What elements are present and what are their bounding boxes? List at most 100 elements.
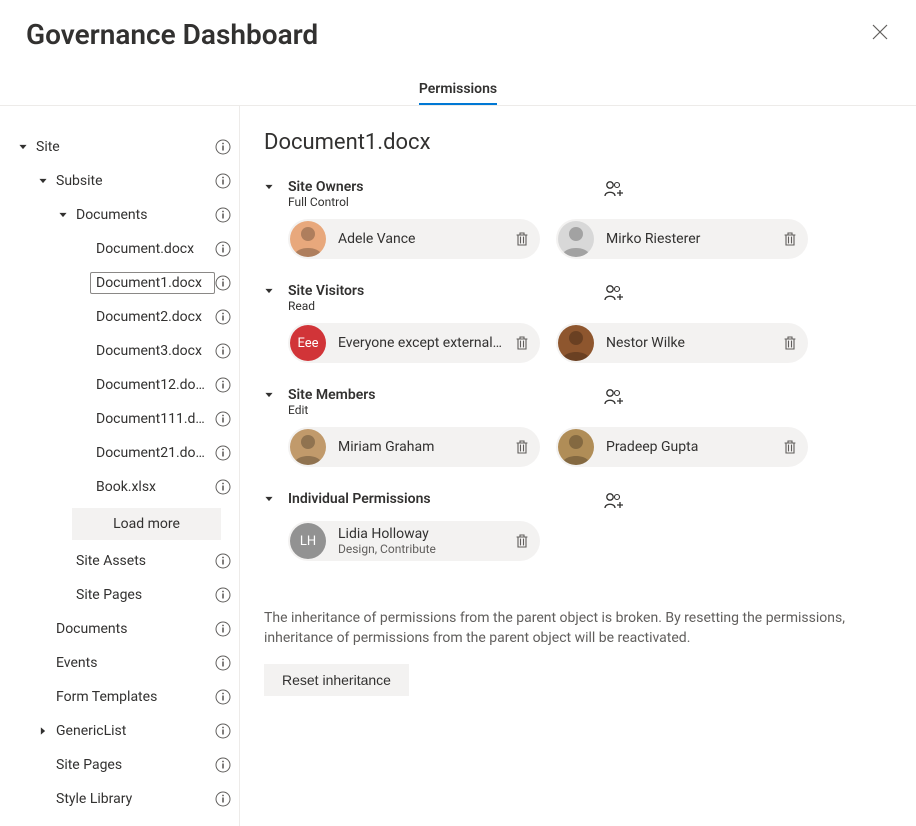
member-chip[interactable]: Pradeep Gupta [556,427,808,467]
tree-item-label: Events [50,652,215,674]
trash-icon[interactable] [782,439,798,455]
trash-icon[interactable] [782,335,798,351]
main-panel: Document1.docx Site Owners Full Control … [240,106,916,826]
tree-item-label: Document111.docx [90,408,215,430]
tree-item-site[interactable]: Site [8,130,239,164]
close-icon [872,24,888,40]
member-name: Miriam Graham [338,439,514,455]
member-chip[interactable]: Nestor Wilke [556,323,808,363]
info-icon[interactable] [215,377,231,393]
chevron-down-icon [38,176,48,186]
tab-permissions[interactable]: Permissions [419,75,497,105]
chevron-down-icon [264,286,274,296]
document-title: Document1.docx [264,130,884,155]
info-icon[interactable] [215,139,231,155]
add-user-icon[interactable] [604,179,624,199]
info-icon[interactable] [215,655,231,671]
member-chip[interactable]: LH Lidia Holloway Design, Contribute [288,521,540,561]
avatar [558,429,594,465]
info-icon[interactable] [215,275,231,291]
info-icon[interactable] [215,723,231,739]
info-icon[interactable] [215,207,231,223]
add-user-icon[interactable] [604,491,624,511]
tree-item-label: GenericList [50,720,215,742]
avatar: LH [290,523,326,559]
tree-item-label: Document1.docx [90,272,215,294]
person-icon [558,221,594,257]
info-icon[interactable] [215,173,231,189]
member-chip[interactable]: Miriam Graham [288,427,540,467]
info-icon[interactable] [215,309,231,325]
tree-item-label: Documents [50,618,215,640]
tree-item-other[interactable]: Style Library [8,782,239,816]
info-icon[interactable] [215,445,231,461]
info-icon[interactable] [215,791,231,807]
permission-group: Site Members Edit Miriam Graham Pradeep … [264,387,884,467]
tree-item-sibling[interactable]: Site Pages [8,578,239,612]
tree-item-documents-folder[interactable]: Documents [8,198,239,232]
info-icon[interactable] [215,553,231,569]
tree-item-label: Document21.docx [90,442,215,464]
tree-item-label: Book.xlsx [90,476,215,498]
info-icon[interactable] [215,689,231,705]
tree-item-doc[interactable]: Document21.docx [8,436,239,470]
member-chip[interactable]: Mirko Riesterer [556,219,808,259]
trash-icon[interactable] [514,335,530,351]
add-user-icon[interactable] [604,283,624,303]
trash-icon[interactable] [514,439,530,455]
tree-item-other[interactable]: GenericList [8,714,239,748]
tree-item-doc[interactable]: Document2.docx [8,300,239,334]
tree-item-label: Site Assets [70,550,215,572]
info-icon[interactable] [215,587,231,603]
close-button[interactable] [872,24,888,40]
member-chip[interactable]: Adele Vance [288,219,540,259]
tree-item-label: Site Pages [50,754,215,776]
member-name: Mirko Riesterer [606,231,782,247]
info-icon[interactable] [215,343,231,359]
tree-item-doc[interactable]: Book.xlsx [8,470,239,504]
tree-item-doc[interactable]: Document3.docx [8,334,239,368]
group-permission-level: Edit [288,403,592,417]
tree-item-other[interactable]: Form Templates [8,680,239,714]
chevron-down-icon [264,494,274,504]
info-icon[interactable] [215,411,231,427]
tree-item-sibling[interactable]: Site Assets [8,544,239,578]
person-icon [558,429,594,465]
info-icon[interactable] [215,757,231,773]
person-icon [290,221,326,257]
load-more-button[interactable]: Load more [72,508,221,540]
tree-item-doc[interactable]: Document1.docx [8,266,239,300]
add-user-icon[interactable] [604,387,624,407]
tree-item-doc[interactable]: Document111.docx [8,402,239,436]
trash-icon[interactable] [782,231,798,247]
member-name: Nestor Wilke [606,335,782,351]
member-name: Pradeep Gupta [606,439,782,455]
page-title: Governance Dashboard [26,18,890,51]
chevron-down-icon [264,182,274,192]
tree-item-doc[interactable]: Document.docx [8,232,239,266]
tree-item-label: Style Library [50,788,215,810]
info-icon[interactable] [215,241,231,257]
avatar: Eee [290,325,326,361]
tree-item-doc[interactable]: Document12.docx [8,368,239,402]
info-icon[interactable] [215,621,231,637]
trash-icon[interactable] [514,533,530,549]
group-permission-level: Full Control [288,195,592,209]
tree-item-other[interactable]: Events [8,646,239,680]
tree-item-label: Form Templates [50,686,215,708]
chevron-down-icon [18,142,28,152]
group-individual-title: Individual Permissions [288,491,592,507]
group-title: Site Owners [288,179,592,195]
chevron-down-icon [264,390,274,400]
member-name: Everyone except external… [338,335,514,351]
tree-item-label: Site Pages [70,584,215,606]
tree-item-subsite[interactable]: Subsite [8,164,239,198]
tree-item-label: Document2.docx [90,306,215,328]
info-icon[interactable] [215,479,231,495]
reset-inheritance-button[interactable]: Reset inheritance [264,664,409,696]
tree-item-other[interactable]: Site Pages [8,748,239,782]
tree-item-other[interactable]: Documents [8,612,239,646]
tree-item-label: Document3.docx [90,340,215,362]
trash-icon[interactable] [514,231,530,247]
member-chip[interactable]: Eee Everyone except external… [288,323,540,363]
